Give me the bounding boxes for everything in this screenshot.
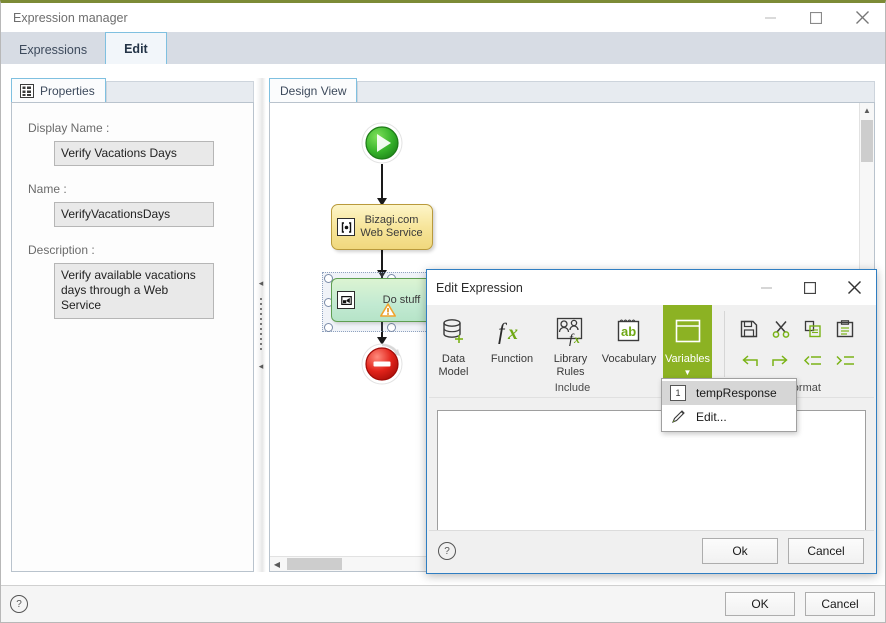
ribbon-button-vocabulary-line1: Vocabulary: [601, 353, 657, 365]
svg-text:x: x: [507, 322, 518, 344]
ribbon-button-data-model-line1: Data: [441, 353, 466, 365]
paste-icon[interactable]: [829, 313, 861, 345]
dialog-cancel-button[interactable]: Cancel: [788, 538, 864, 564]
dialog-minimize-icon[interactable]: [744, 271, 788, 305]
library-rules-icon: f x: [555, 313, 587, 349]
ribbon-button-library-rules-line1: Library: [553, 353, 588, 365]
ok-button[interactable]: OK: [725, 592, 795, 616]
display-name-input[interactable]: Verify Vacations Days: [54, 141, 214, 166]
service-task-node[interactable]: Bizagi.com Web Service: [331, 204, 433, 250]
panel-splitter[interactable]: ◂ ◂: [256, 78, 266, 572]
field-description: Description : Verify available vacations…: [28, 243, 237, 319]
scissors-icon[interactable]: [765, 313, 797, 345]
dialog-close-icon[interactable]: [832, 271, 876, 305]
chevron-down-icon[interactable]: ▼: [684, 369, 692, 377]
edit-expression-dialog: Edit Expression Data Model f x Function …: [426, 269, 877, 574]
description-label: Description :: [28, 243, 95, 257]
number-one-badge: 1: [670, 385, 686, 401]
name-input[interactable]: VerifyVacationsDays: [54, 202, 214, 227]
dialog-maximize-icon[interactable]: [788, 271, 832, 305]
minimize-icon[interactable]: [747, 3, 793, 32]
ribbon-button-variables-label: Variables: [664, 353, 711, 365]
expression-editor[interactable]: [437, 410, 866, 535]
grid-properties-icon: [20, 83, 34, 98]
design-tabrow: Design View: [269, 78, 875, 102]
tab-design-view[interactable]: Design View: [269, 78, 358, 102]
dialog-window-controls: [744, 271, 876, 305]
ribbon-button-function-line1: Function: [490, 353, 534, 365]
expression-manager-window: Expression manager Expressions Edit Prop…: [0, 0, 886, 623]
ribbon-button-variables[interactable]: Variables ▼: [663, 305, 712, 383]
warning-icon: [380, 303, 396, 320]
save-disk-icon[interactable]: [733, 313, 765, 345]
web-service-icon: [337, 218, 355, 236]
dialog-ok-button[interactable]: Ok: [702, 538, 778, 564]
cancel-button[interactable]: Cancel: [805, 592, 875, 616]
vertical-scroll-thumb[interactable]: [861, 120, 873, 162]
svg-text:ab: ab: [621, 324, 636, 339]
menu-item-edit-label: Edit...: [696, 410, 727, 424]
properties-panel: Properties Display Name : Verify Vacatio…: [11, 78, 254, 572]
maximize-icon[interactable]: [793, 3, 839, 32]
scroll-up-icon[interactable]: ▲: [860, 103, 874, 117]
copy-icon[interactable]: [797, 313, 829, 345]
number-one-icon: 1: [670, 385, 686, 401]
window-controls: [747, 3, 885, 32]
svg-text:f: f: [498, 319, 508, 344]
dialog-title: Edit Expression: [436, 280, 523, 295]
description-input[interactable]: Verify available vacations days through …: [54, 263, 214, 319]
indent-icon[interactable]: [829, 345, 861, 377]
tab-edit[interactable]: Edit: [105, 32, 167, 64]
function-fx-icon: f x: [496, 313, 528, 349]
design-tab-filler: [357, 81, 875, 102]
window-title: Expression manager: [13, 10, 128, 25]
start-event-node[interactable]: [361, 122, 403, 164]
properties-tab-filler: [105, 81, 254, 102]
pencil-icon: [670, 409, 686, 425]
task-type-icon: [337, 291, 355, 309]
splitter-collapse-down-icon[interactable]: ◂: [259, 362, 264, 371]
splitter-collapse-up-icon[interactable]: ◂: [259, 279, 264, 288]
close-icon[interactable]: [839, 3, 885, 32]
main-bottom-bar: ? OK Cancel: [1, 585, 885, 622]
window-titlebar: Expression manager: [1, 3, 885, 32]
tab-expressions[interactable]: Expressions: [1, 35, 106, 64]
dialog-titlebar: Edit Expression: [427, 270, 876, 305]
svg-text:x: x: [573, 332, 580, 346]
outdent-icon[interactable]: [797, 345, 829, 377]
selection-handle-bl[interactable]: [324, 323, 333, 332]
redo-icon[interactable]: [765, 345, 797, 377]
menu-item-tempresponse-label: tempResponse: [696, 386, 777, 400]
main-tabstrip: Expressions Edit: [1, 32, 885, 64]
ribbon-button-library-rules-line2: Rules: [556, 366, 585, 378]
dialog-help-icon[interactable]: ?: [438, 542, 456, 560]
ribbon-separator: [724, 311, 725, 377]
menu-item-edit[interactable]: Edit...: [662, 405, 796, 429]
name-label: Name :: [28, 182, 67, 196]
menu-item-tempresponse[interactable]: 1 tempResponse: [662, 381, 796, 405]
vocabulary-ab-icon: ab: [614, 313, 644, 349]
ribbon-button-data-model-line2: Model: [438, 366, 469, 378]
database-plus-icon: [439, 313, 469, 349]
properties-tabrow: Properties: [11, 78, 254, 102]
help-icon[interactable]: ?: [10, 595, 28, 613]
field-name: Name : VerifyVacationsDays: [28, 182, 237, 227]
dialog-bottom-bar: ? Ok Cancel: [429, 530, 874, 571]
selection-handle-bc[interactable]: [387, 323, 396, 332]
horizontal-scroll-thumb[interactable]: [287, 558, 342, 570]
end-event-node[interactable]: [361, 343, 403, 385]
variables-dropdown-menu: 1 tempResponse Edit...: [661, 378, 797, 432]
undo-icon[interactable]: [733, 345, 765, 377]
variables-icon: [672, 313, 704, 349]
tab-properties[interactable]: Properties: [11, 78, 106, 102]
dialog-ribbon: Data Model f x Function f x Library Rule…: [429, 305, 874, 398]
field-display-name: Display Name : Verify Vacations Days: [28, 121, 237, 166]
splitter-grip[interactable]: [260, 298, 262, 352]
tab-properties-label: Properties: [40, 83, 95, 98]
scroll-left-icon[interactable]: ◀: [270, 557, 284, 571]
service-task-label: Bizagi.com Web Service: [360, 214, 423, 239]
properties-form: Display Name : Verify Vacations Days Nam…: [11, 102, 254, 572]
display-name-label: Display Name :: [28, 121, 110, 135]
